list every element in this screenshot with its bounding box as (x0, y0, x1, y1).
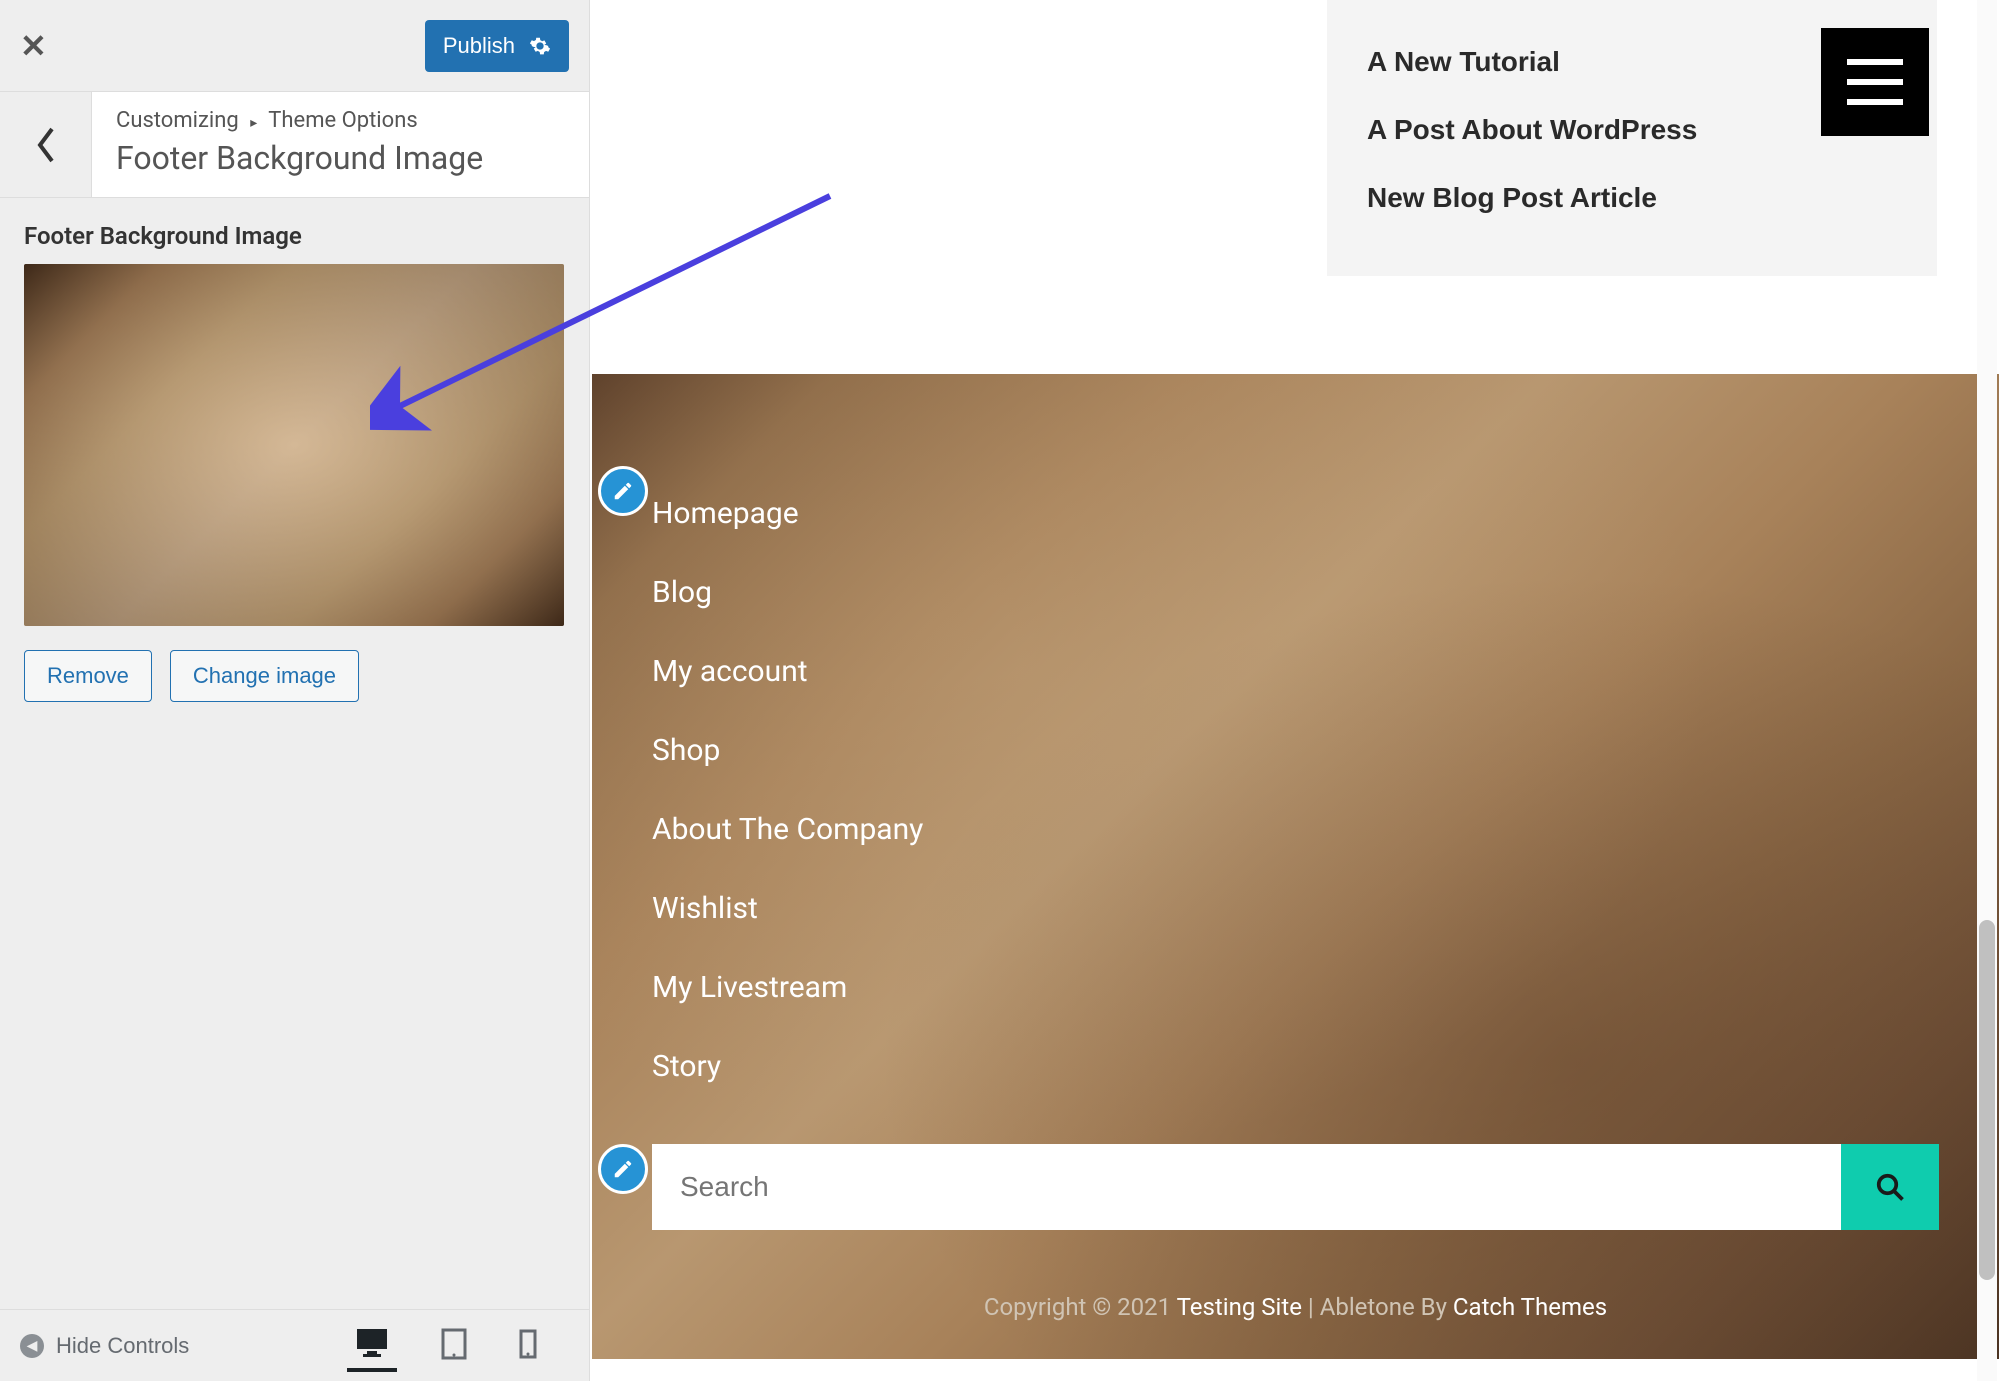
field-label: Footer Background Image (24, 222, 565, 250)
hide-controls-button[interactable]: ◀ Hide Controls (20, 1333, 189, 1359)
search-icon (1875, 1172, 1905, 1202)
image-preview[interactable] (24, 264, 564, 626)
footer-menu-item[interactable]: Blog (652, 553, 923, 632)
blog-post-link[interactable]: A New Tutorial (1367, 28, 1897, 96)
hamburger-bar-icon (1847, 79, 1903, 85)
sidebar-topbar: ✕ Publish (0, 0, 589, 92)
search-button[interactable] (1841, 1144, 1939, 1230)
desktop-icon (355, 1327, 389, 1357)
device-toggles (347, 1319, 545, 1372)
publish-label: Publish (443, 33, 515, 59)
collapse-icon: ◀ (20, 1334, 44, 1358)
mobile-icon (519, 1329, 537, 1359)
site-link[interactable]: Testing Site (1177, 1293, 1302, 1321)
pencil-icon (612, 480, 634, 502)
footer-menu-item[interactable]: Homepage (652, 474, 923, 553)
hamburger-bar-icon (1847, 99, 1903, 105)
scrollbar-thumb[interactable] (1979, 920, 1995, 1280)
sidebar-header: Customizing ▸ Theme Options Footer Backg… (0, 92, 589, 198)
scrollbar-track[interactable] (1977, 0, 1997, 1381)
site-preview: A New Tutorial A Post About WordPress Ne… (592, 0, 1999, 1381)
copyright-prefix: Copyright © 2021 (984, 1293, 1177, 1321)
mobile-preview-button[interactable] (511, 1319, 545, 1372)
close-customizer-button[interactable]: ✕ (20, 27, 47, 65)
edit-widget-button[interactable] (598, 466, 648, 516)
copyright-mid: | Abletone By (1302, 1293, 1453, 1321)
remove-image-button[interactable]: Remove (24, 650, 152, 702)
header-content: Customizing ▸ Theme Options Footer Backg… (116, 108, 565, 177)
breadcrumb: Customizing ▸ Theme Options (116, 108, 565, 133)
tablet-preview-button[interactable] (433, 1319, 475, 1372)
desktop-preview-button[interactable] (347, 1319, 397, 1372)
footer-area: Homepage Blog My account Shop About The … (592, 374, 1999, 1359)
copyright-text: Copyright © 2021 Testing Site | Abletone… (592, 1293, 1999, 1321)
theme-link[interactable]: Catch Themes (1453, 1293, 1607, 1321)
chevron-left-icon (34, 125, 58, 165)
breadcrumb-root: Customizing (116, 108, 239, 133)
footer-menu-item[interactable]: About The Company (652, 790, 923, 869)
sidebar-bottombar: ◀ Hide Controls (0, 1309, 589, 1381)
search-widget (652, 1144, 1939, 1230)
change-image-button[interactable]: Change image (170, 650, 359, 702)
footer-menu-item[interactable]: Story (652, 1027, 923, 1106)
footer-menu-item[interactable]: My account (652, 632, 923, 711)
customizer-sidebar: ✕ Publish Customizing ▸ Theme Options Fo… (0, 0, 590, 1381)
gear-icon (529, 35, 551, 57)
footer-menu-item[interactable]: Shop (652, 711, 923, 790)
tablet-icon (441, 1328, 467, 1360)
hamburger-bar-icon (1847, 59, 1903, 65)
blog-post-link[interactable]: New Blog Post Article (1367, 164, 1897, 232)
footer-menu: Homepage Blog My account Shop About The … (652, 474, 923, 1106)
hide-controls-label: Hide Controls (56, 1333, 189, 1359)
footer-menu-item[interactable]: Wishlist (652, 869, 923, 948)
search-input[interactable] (652, 1144, 1841, 1230)
breadcrumb-section: Theme Options (268, 108, 417, 133)
publish-button[interactable]: Publish (425, 20, 569, 72)
section-title: Footer Background Image (116, 139, 565, 177)
back-button[interactable] (0, 92, 92, 197)
breadcrumb-separator-icon: ▸ (250, 115, 257, 131)
sidebar-body: Footer Background Image Remove Change im… (0, 198, 589, 1309)
footer-menu-item[interactable]: My Livestream (652, 948, 923, 1027)
edit-widget-button[interactable] (598, 1144, 648, 1194)
hamburger-menu-button[interactable] (1821, 28, 1929, 136)
blog-post-link[interactable]: A Post About WordPress (1367, 96, 1897, 164)
image-buttons: Remove Change image (24, 650, 565, 702)
pencil-icon (612, 1158, 634, 1180)
